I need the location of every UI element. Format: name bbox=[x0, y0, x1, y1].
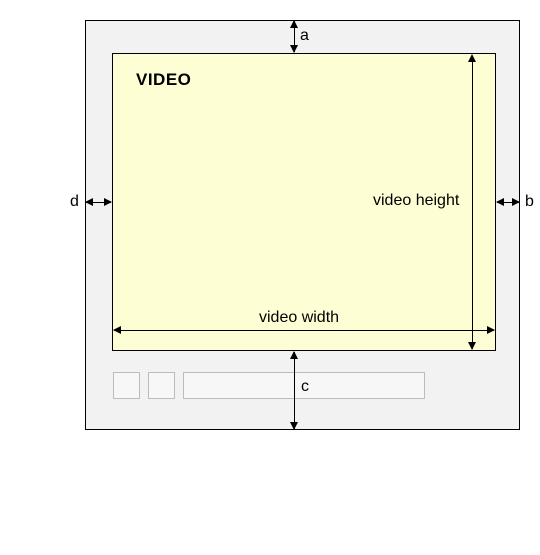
dim-margin-right-arrow-right bbox=[512, 198, 520, 206]
dim-margin-top-arrow-up bbox=[290, 20, 298, 28]
control-button-2[interactable] bbox=[148, 372, 175, 399]
dim-margin-right-label: b bbox=[525, 194, 534, 210]
diagram-stage: VIDEO video width video height a b c d bbox=[0, 0, 540, 555]
dim-margin-bottom-line bbox=[294, 352, 295, 429]
dim-video-height-label: video height bbox=[373, 193, 459, 209]
dim-video-width-label: video width bbox=[259, 310, 339, 326]
dim-video-height-line bbox=[472, 56, 473, 349]
dim-margin-bottom-label: c bbox=[301, 379, 309, 395]
dim-video-width-arrow-left bbox=[113, 326, 121, 334]
dim-margin-left-arrow-right bbox=[104, 198, 112, 206]
dim-margin-top-label: a bbox=[300, 28, 309, 44]
dim-margin-bottom-arrow-up bbox=[290, 351, 298, 359]
dim-margin-left-arrow-left bbox=[85, 198, 93, 206]
dim-margin-right-arrow-left bbox=[496, 198, 504, 206]
dim-margin-left-label: d bbox=[70, 194, 79, 210]
dim-video-height-arrow-down bbox=[468, 342, 476, 350]
dim-margin-top-arrow-down bbox=[290, 45, 298, 53]
dim-margin-bottom-arrow-down bbox=[290, 422, 298, 430]
dim-video-height-arrow-up bbox=[468, 54, 476, 62]
control-button-1[interactable] bbox=[113, 372, 140, 399]
dim-video-width-arrow-right bbox=[487, 326, 495, 334]
dim-video-width-line bbox=[114, 330, 494, 331]
video-area-label: VIDEO bbox=[136, 70, 191, 90]
